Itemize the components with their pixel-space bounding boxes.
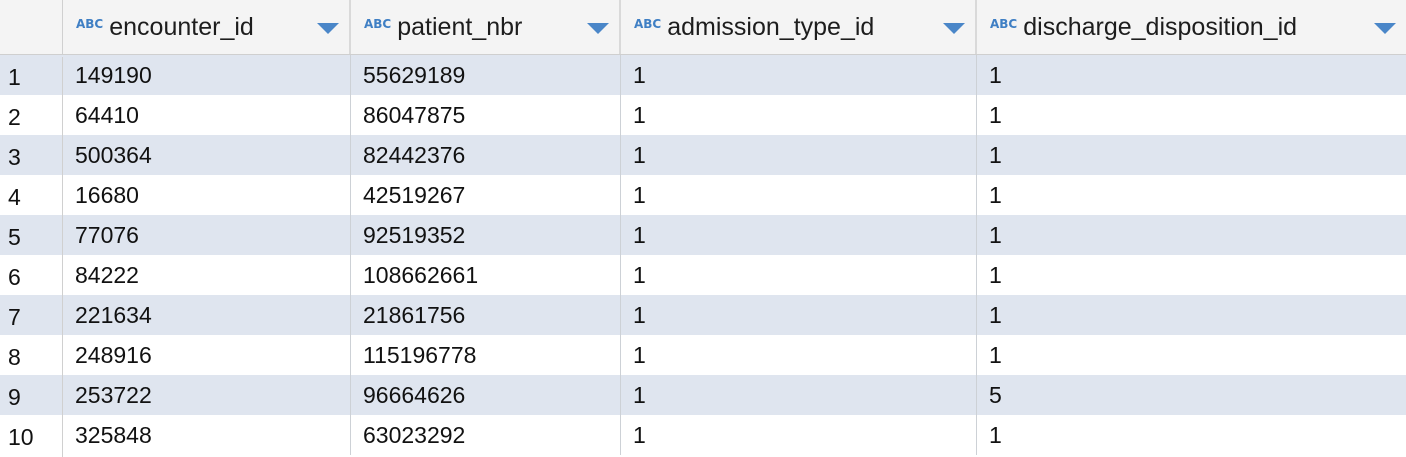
table-cell[interactable]: 115196778 xyxy=(351,335,621,375)
row-number[interactable]: 6 xyxy=(0,257,63,297)
table-cell[interactable]: 82442376 xyxy=(351,135,621,175)
row-number[interactable]: 3 xyxy=(0,137,63,177)
table-cell[interactable]: 1 xyxy=(621,135,977,175)
data-grid: ABC encounter_id ABC patient_nbr ABC adm… xyxy=(0,0,1406,457)
column-header-label: discharge_disposition_id xyxy=(1023,12,1298,41)
table-row[interactable]: 7 221634 21861756 1 1 xyxy=(0,295,1406,337)
table-cell[interactable]: 325848 xyxy=(63,415,351,455)
table-cell[interactable]: 1 xyxy=(621,55,977,95)
sort-dropdown-icon[interactable] xyxy=(943,23,965,34)
table-row[interactable]: 2 64410 86047875 1 1 xyxy=(0,95,1406,137)
row-number[interactable]: 10 xyxy=(0,417,63,457)
table-cell[interactable]: 1 xyxy=(621,335,977,375)
row-number[interactable]: 2 xyxy=(0,97,63,137)
row-number-header xyxy=(0,0,63,54)
column-header-label: encounter_id xyxy=(109,12,254,41)
row-number[interactable]: 9 xyxy=(0,377,63,417)
sort-dropdown-icon[interactable] xyxy=(1374,23,1396,34)
table-cell[interactable]: 248916 xyxy=(63,335,351,375)
sort-dropdown-icon[interactable] xyxy=(317,23,339,34)
table-cell[interactable]: 1 xyxy=(621,295,977,335)
table-row[interactable]: 4 16680 42519267 1 1 xyxy=(0,175,1406,217)
table-cell[interactable]: 63023292 xyxy=(351,415,621,455)
table-cell[interactable]: 86047875 xyxy=(351,95,621,135)
table-cell[interactable]: 1 xyxy=(977,415,1406,455)
table-cell[interactable]: 42519267 xyxy=(351,175,621,215)
table-cell[interactable]: 1 xyxy=(977,335,1406,375)
table-cell[interactable]: 77076 xyxy=(63,215,351,255)
table-cell[interactable]: 21861756 xyxy=(351,295,621,335)
table-cell[interactable]: 1 xyxy=(977,295,1406,335)
table-row[interactable]: 1 149190 55629189 1 1 xyxy=(0,55,1406,97)
grid-header: ABC encounter_id ABC patient_nbr ABC adm… xyxy=(0,0,1406,55)
table-cell[interactable]: 108662661 xyxy=(351,255,621,295)
sort-dropdown-icon[interactable] xyxy=(587,23,609,34)
row-number[interactable]: 7 xyxy=(0,297,63,337)
column-header-discharge-disposition-id[interactable]: ABC discharge_disposition_id xyxy=(977,0,1406,54)
table-cell[interactable]: 1 xyxy=(621,95,977,135)
table-cell[interactable]: 1 xyxy=(977,55,1406,95)
row-number[interactable]: 8 xyxy=(0,337,63,377)
string-type-icon: ABC xyxy=(634,17,662,31)
column-header-encounter-id[interactable]: ABC encounter_id xyxy=(63,0,351,54)
table-cell[interactable]: 16680 xyxy=(63,175,351,215)
table-cell[interactable]: 1 xyxy=(621,175,977,215)
table-cell[interactable]: 1 xyxy=(621,415,977,455)
table-row[interactable]: 9 253722 96664626 1 5 xyxy=(0,375,1406,417)
table-cell[interactable]: 1 xyxy=(977,255,1406,295)
table-cell[interactable]: 64410 xyxy=(63,95,351,135)
column-header-admission-type-id[interactable]: ABC admission_type_id xyxy=(621,0,977,54)
table-cell[interactable]: 1 xyxy=(621,215,977,255)
column-header-label: patient_nbr xyxy=(397,12,523,41)
table-cell[interactable]: 1 xyxy=(977,215,1406,255)
table-cell[interactable]: 221634 xyxy=(63,295,351,335)
row-number[interactable]: 4 xyxy=(0,177,63,217)
table-row[interactable]: 8 248916 115196778 1 1 xyxy=(0,335,1406,377)
row-number[interactable]: 1 xyxy=(0,57,63,97)
string-type-icon: ABC xyxy=(990,17,1018,31)
string-type-icon: ABC xyxy=(76,17,104,31)
column-header-label: admission_type_id xyxy=(667,12,875,41)
table-row[interactable]: 10 325848 63023292 1 1 xyxy=(0,415,1406,457)
table-cell[interactable]: 55629189 xyxy=(351,55,621,95)
table-cell[interactable]: 1 xyxy=(977,95,1406,135)
table-cell[interactable]: 84222 xyxy=(63,255,351,295)
table-row[interactable]: 5 77076 92519352 1 1 xyxy=(0,215,1406,257)
column-header-patient-nbr[interactable]: ABC patient_nbr xyxy=(351,0,621,54)
table-row[interactable]: 3 500364 82442376 1 1 xyxy=(0,135,1406,177)
table-cell[interactable]: 149190 xyxy=(63,55,351,95)
table-cell[interactable]: 1 xyxy=(621,255,977,295)
table-cell[interactable]: 253722 xyxy=(63,375,351,415)
table-cell[interactable]: 1 xyxy=(621,375,977,415)
table-cell[interactable]: 92519352 xyxy=(351,215,621,255)
string-type-icon: ABC xyxy=(364,17,392,31)
table-cell[interactable]: 1 xyxy=(977,135,1406,175)
table-cell[interactable]: 96664626 xyxy=(351,375,621,415)
row-number[interactable]: 5 xyxy=(0,217,63,257)
table-cell[interactable]: 5 xyxy=(977,375,1406,415)
grid-body: 1 149190 55629189 1 1 2 64410 86047875 1… xyxy=(0,55,1406,457)
table-row[interactable]: 6 84222 108662661 1 1 xyxy=(0,255,1406,297)
table-cell[interactable]: 1 xyxy=(977,175,1406,215)
table-cell[interactable]: 500364 xyxy=(63,135,351,175)
